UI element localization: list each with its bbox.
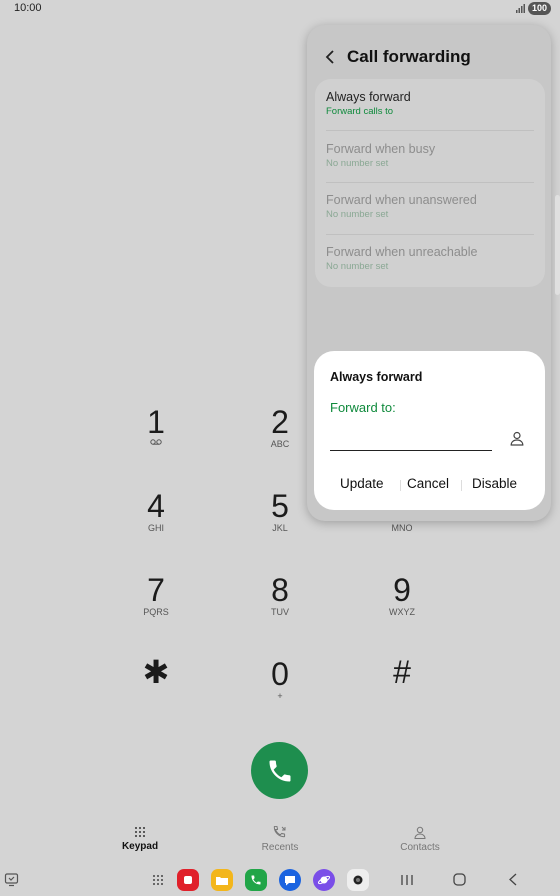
- key-0[interactable]: 0 +: [240, 657, 320, 701]
- key-1[interactable]: 1: [116, 405, 196, 445]
- list-item-title: Forward when busy: [326, 142, 436, 156]
- status-time: 10:00: [14, 2, 42, 14]
- update-button[interactable]: Update: [340, 476, 384, 491]
- key-letters: TUV: [271, 607, 289, 617]
- signal-icon: [516, 4, 525, 13]
- tab-keypad[interactable]: Keypad: [100, 826, 180, 852]
- list-item-subtitle: No number set: [326, 261, 389, 272]
- tab-label: Keypad: [121, 841, 159, 852]
- key-digit: 0: [271, 656, 289, 692]
- list-item-title: Always forward: [326, 90, 411, 104]
- chat-bubble-icon: [285, 875, 295, 885]
- key-digit: 1: [147, 404, 165, 440]
- cancel-button[interactable]: Cancel: [407, 476, 449, 491]
- list-item-subtitle: No number set: [326, 158, 389, 169]
- key-7[interactable]: 7 PQRS: [116, 573, 196, 617]
- list-item-forward-when-unanswered[interactable]: Forward when unanswered No number set: [326, 182, 534, 234]
- contacts-icon: [414, 826, 426, 839]
- key-digit: 8: [271, 572, 289, 608]
- key-digit: ✱: [142, 654, 170, 690]
- list-item-always-forward[interactable]: Always forward Forward calls to: [326, 79, 534, 131]
- list-item-forward-when-unreachable[interactable]: Forward when unreachable No number set: [326, 234, 534, 286]
- side-scroll-handle[interactable]: [555, 195, 560, 295]
- list-item-subtitle: Forward calls to: [326, 106, 394, 117]
- back-arrow-icon[interactable]: [325, 49, 335, 65]
- key-digit: 9: [393, 572, 411, 608]
- home-icon[interactable]: [453, 873, 466, 886]
- tab-contacts[interactable]: Contacts: [380, 826, 460, 853]
- dialog-title: Always forward: [330, 370, 423, 384]
- list-item-subtitle: No number set: [326, 209, 389, 220]
- list-item-title: Forward when unanswered: [326, 193, 477, 207]
- back-icon[interactable]: [508, 873, 518, 886]
- screenshot-toggle-icon[interactable]: [4, 872, 20, 888]
- status-bar: 10:00 100: [0, 0, 560, 18]
- tab-label: Recents: [261, 842, 299, 853]
- list-item-forward-when-busy[interactable]: Forward when busy No number set: [326, 131, 534, 183]
- battery-badge: 100: [528, 2, 552, 15]
- disable-button[interactable]: Disable: [472, 476, 517, 491]
- key-letters: WXYZ: [389, 607, 415, 617]
- folder-glyph-icon: [216, 876, 228, 885]
- forwarding-options-list: Always forward Forward calls to Forward …: [315, 79, 545, 287]
- contact-picker-icon[interactable]: [510, 431, 524, 446]
- key-9[interactable]: 9 WXYZ: [362, 573, 442, 617]
- keypad-icon: [135, 827, 145, 837]
- phone-icon: [269, 760, 290, 781]
- camera-lens-icon: [353, 875, 363, 885]
- key-digit: 4: [147, 488, 165, 524]
- key-letters: GHI: [147, 523, 164, 533]
- phone-glyph-icon: [251, 875, 261, 885]
- key-8[interactable]: 8 TUV: [240, 573, 320, 617]
- notes-app-icon[interactable]: [177, 869, 199, 891]
- button-separator: [461, 480, 462, 491]
- camera-app-icon[interactable]: [347, 869, 369, 891]
- navigation-bar: [0, 864, 560, 896]
- button-separator: [400, 480, 401, 491]
- call-button[interactable]: [251, 742, 308, 799]
- always-forward-dialog: Always forward Forward to: Update Cancel…: [314, 351, 545, 510]
- list-item-title: Forward when unreachable: [326, 245, 478, 259]
- forward-to-label: Forward to:: [330, 400, 396, 415]
- phone-app-icon[interactable]: [245, 869, 267, 891]
- tab-label: Contacts: [400, 842, 440, 853]
- recents-icon: [273, 826, 286, 838]
- internet-app-icon[interactable]: [313, 869, 335, 891]
- key-4[interactable]: 4 GHI: [116, 489, 196, 533]
- key-letters: MNO: [391, 523, 413, 533]
- apps-grid-icon[interactable]: [152, 874, 164, 886]
- page-title: Call forwarding: [347, 47, 471, 66]
- key-letters: PQRS: [143, 607, 169, 617]
- notes-app-icon-glyph: [184, 876, 192, 884]
- key-letters: JKL: [272, 523, 288, 533]
- folder-app-icon[interactable]: [211, 869, 233, 891]
- key-digit: #: [393, 654, 411, 690]
- recent-apps-icon[interactable]: [400, 874, 414, 886]
- key-digit: 7: [147, 572, 165, 608]
- panel-header: Call forwarding: [325, 47, 471, 67]
- messages-app-icon[interactable]: [279, 869, 301, 891]
- planet-icon: [317, 875, 331, 885]
- key-star[interactable]: ✱: [116, 655, 196, 689]
- tab-recents[interactable]: Recents: [240, 826, 320, 853]
- key-plus: +: [277, 691, 283, 701]
- key-hash[interactable]: #: [362, 655, 442, 689]
- dialog-actions: Update Cancel Disable: [314, 476, 545, 494]
- forward-number-input[interactable]: [330, 423, 492, 451]
